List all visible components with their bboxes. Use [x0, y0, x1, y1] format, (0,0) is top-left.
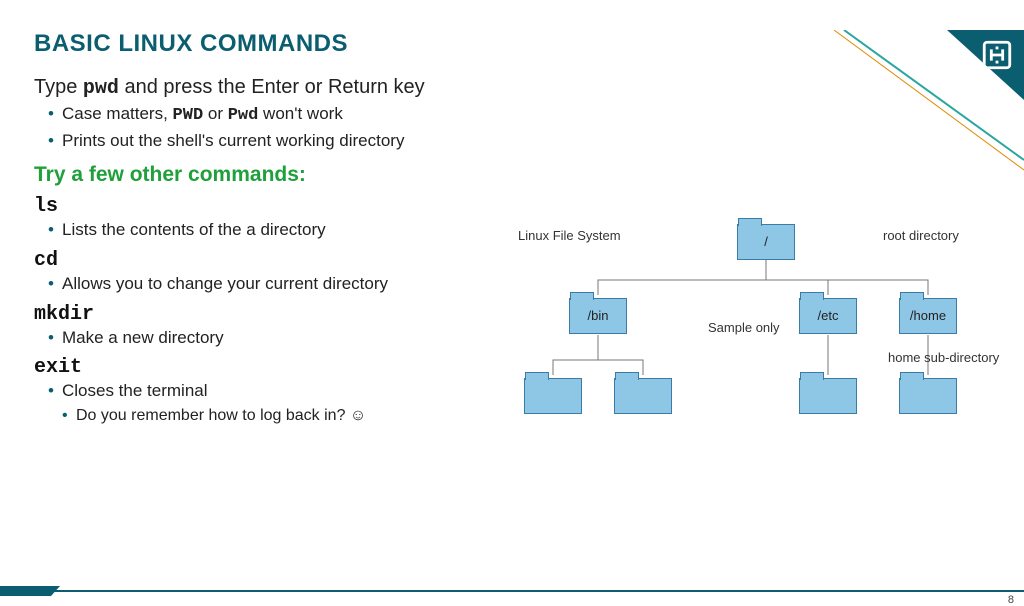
folder-bin-label: /bin	[569, 308, 627, 323]
intro-bullets: Case matters, PWD or Pwd won't work Prin…	[34, 102, 512, 153]
folder-root-label: /	[737, 234, 795, 249]
diagram-title: Linux File System	[518, 228, 621, 243]
cmd-exit-sub: Do you remember how to log back in? ☺	[62, 404, 512, 427]
root-directory-label: root directory	[883, 228, 959, 243]
home-subdir-label: home sub-directory	[888, 350, 999, 365]
cmd-mkdir: mkdir	[34, 303, 512, 326]
cmd-mkdir-desc: Make a new directory	[48, 326, 512, 351]
folder-leaf-4	[899, 378, 957, 414]
logo-icon	[980, 38, 1014, 72]
intro-line: Type pwd and press the Enter or Return k…	[34, 76, 512, 100]
folder-leaf-2	[614, 378, 672, 414]
folder-leaf-3	[799, 378, 857, 414]
cmd-cd-desc: Allows you to change your current direct…	[48, 272, 512, 297]
intro-bullet-1: Case matters, PWD or Pwd won't work	[48, 102, 512, 129]
slide-title: BASIC LINUX COMMANDS	[34, 30, 1024, 58]
cmd-exit-desc: Closes the terminal	[48, 379, 512, 404]
folder-leaf-1	[524, 378, 582, 414]
intro-cmd: pwd	[83, 77, 119, 100]
cmd-exit: exit	[34, 356, 512, 379]
cmd-ls: ls	[34, 195, 512, 218]
try-header: Try a few other commands:	[34, 163, 512, 187]
folder-home-label: /home	[899, 308, 957, 323]
folder-etc-label: /etc	[799, 308, 857, 323]
filesystem-diagram: Linux File System root directory Sample …	[508, 220, 1008, 430]
intro-pre: Type	[34, 76, 83, 98]
cmd-cd: cd	[34, 249, 512, 272]
cmd-ls-desc: Lists the contents of the a directory	[48, 218, 512, 243]
sample-only-label: Sample only	[708, 320, 780, 335]
footer-accent	[0, 586, 60, 596]
footer-line	[0, 590, 1024, 592]
intro-post: and press the Enter or Return key	[119, 76, 425, 98]
left-column: Type pwd and press the Enter or Return k…	[34, 76, 512, 437]
intro-bullet-2: Prints out the shell's current working d…	[48, 129, 512, 154]
page-number: 8	[1008, 594, 1014, 606]
